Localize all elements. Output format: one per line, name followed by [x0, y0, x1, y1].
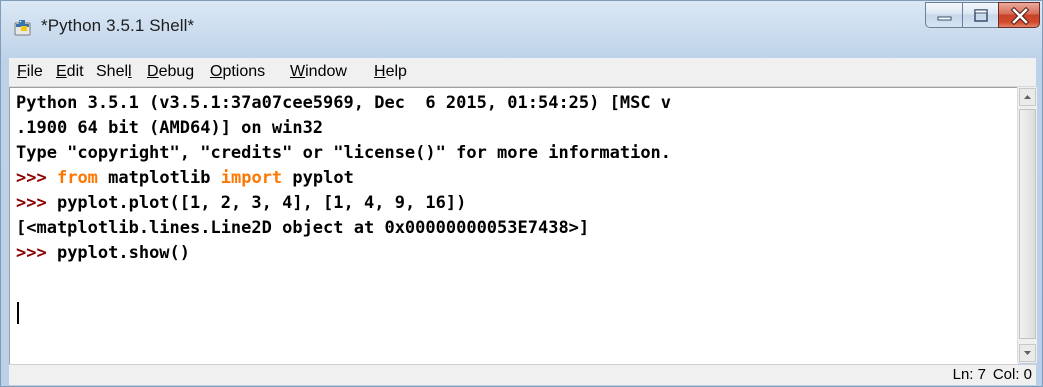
python-idle-icon [13, 18, 33, 38]
menu-debug[interactable]: Debug [147, 63, 194, 81]
menu-edit-rest: dit [66, 63, 84, 80]
menu-bar: File Edit Shell Debug Options Window Hel… [9, 58, 1036, 87]
scroll-thumb[interactable] [1019, 109, 1036, 339]
code-text: matplotlib [97, 168, 221, 188]
menu-shell[interactable]: Shell [96, 63, 132, 81]
input-line: >>> pyplot.show() [16, 241, 190, 266]
maximize-icon [974, 9, 988, 22]
menu-window[interactable]: Window [290, 63, 347, 81]
menu-shell-head: Shel [96, 63, 129, 80]
menu-options-rest: ptions [222, 63, 266, 80]
menu-file-rest: ile [26, 63, 43, 80]
keyword-import: import [220, 168, 283, 188]
banner-line: Python 3.5.1 (v3.5.1:37a07cee5969, Dec 6… [16, 93, 672, 113]
code-text: pyplot.show() [46, 243, 191, 263]
vertical-scrollbar[interactable] [1017, 87, 1037, 363]
idle-shell-window: *Python 3.5.1 Shell* File Edit Shell Deb… [0, 0, 1043, 387]
scroll-up-button[interactable] [1019, 88, 1036, 106]
menu-help[interactable]: Help [374, 63, 407, 81]
title-bar[interactable]: *Python 3.5.1 Shell* [1, 1, 1042, 53]
menu-edit[interactable]: Edit [56, 63, 84, 81]
menu-accel: H [374, 63, 386, 80]
arrow-up-icon [1024, 95, 1031, 99]
menu-accel: W [290, 63, 306, 80]
close-icon [1010, 6, 1030, 26]
scroll-down-button[interactable] [1019, 344, 1036, 362]
input-line: >>> pyplot.plot([1, 2, 3, 4], [1, 4, 9, … [16, 191, 466, 216]
code-text: pyplot.plot([1, 2, 3, 4], [1, 4, 9, 16]) [46, 193, 467, 213]
arrow-down-icon [1024, 351, 1031, 355]
menu-options[interactable]: Options [210, 63, 265, 81]
input-line: >>> from matplotlib import pyplot [16, 166, 354, 191]
minimize-button[interactable] [925, 2, 963, 28]
menu-accel: O [210, 63, 223, 80]
menu-help-rest: elp [385, 63, 407, 80]
status-column-number: Col: 0 [992, 366, 1032, 383]
menu-accel: E [56, 63, 67, 80]
close-button[interactable] [998, 2, 1040, 28]
maximize-button[interactable] [962, 2, 999, 28]
shell-prompt: >>> [16, 243, 47, 263]
shell-prompt: >>> [16, 193, 47, 213]
menu-accel: l [128, 63, 132, 80]
menu-accel: F [17, 63, 27, 80]
menu-debug-rest: ebug [158, 63, 195, 80]
window-title: *Python 3.5.1 Shell* [41, 16, 195, 35]
status-bar: Ln: 7 Col: 0 [9, 364, 1036, 385]
menu-accel: D [147, 63, 159, 80]
shell-text-area[interactable]: Python 3.5.1 (v3.5.1:37a07cee5969, Dec 6… [9, 87, 1018, 364]
banner-line: Type "copyright", "credits" or "license(… [16, 143, 672, 163]
keyword-from: from [56, 168, 98, 188]
banner-line: .1900 64 bit (AMD64)] on win32 [16, 118, 324, 138]
minimize-icon [937, 16, 952, 21]
menu-window-rest: indow [305, 63, 347, 80]
text-cursor [17, 302, 19, 324]
code-text: pyplot [282, 168, 354, 188]
menu-file[interactable]: File [17, 63, 43, 81]
status-line-number: Ln: 7 [952, 366, 986, 383]
shell-prompt: >>> [16, 168, 47, 188]
output-line: [<matplotlib.lines.Line2D object at 0x00… [16, 218, 590, 238]
